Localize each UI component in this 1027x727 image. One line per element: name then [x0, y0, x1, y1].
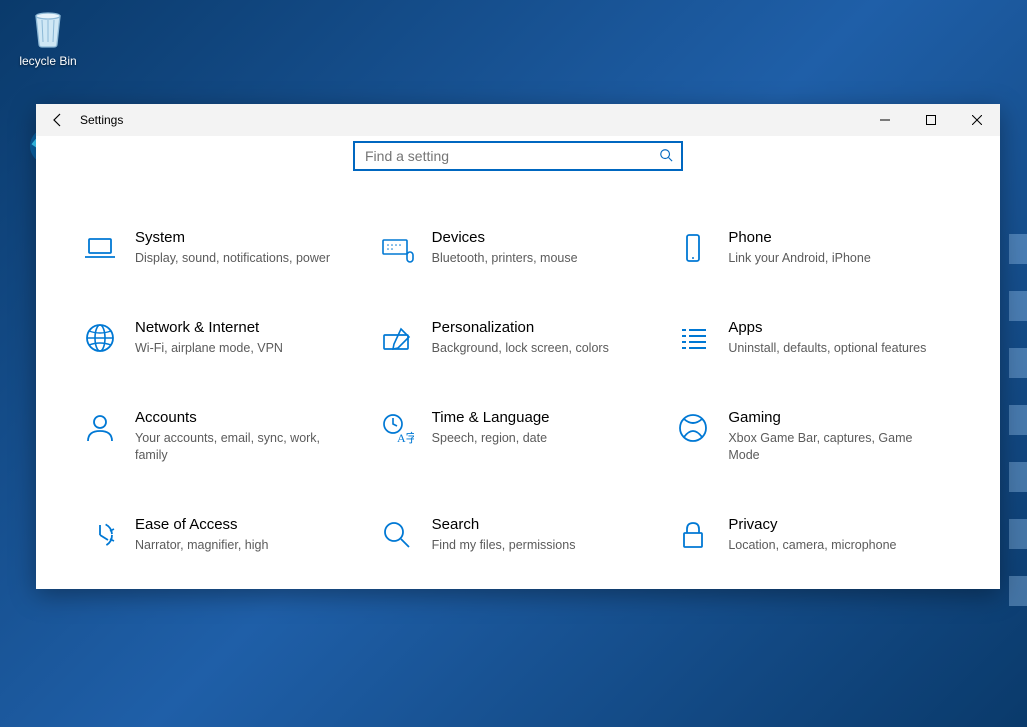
category-title: Personalization [432, 319, 609, 337]
ease-icon [83, 518, 117, 552]
category-personalization[interactable]: Personalization Background, lock screen, … [380, 319, 657, 357]
category-desc: Link your Android, iPhone [728, 250, 870, 267]
category-desc: Display, sound, notifications, power [135, 250, 330, 267]
category-desc: Narrator, magnifier, high [135, 537, 268, 554]
category-accounts[interactable]: Accounts Your accounts, email, sync, work… [83, 409, 360, 464]
category-privacy[interactable]: Privacy Location, camera, microphone [676, 516, 953, 554]
category-phone[interactable]: Phone Link your Android, iPhone [676, 229, 953, 267]
category-ease-of-access[interactable]: Ease of Access Narrator, magnifier, high [83, 516, 360, 554]
category-desc: Background, lock screen, colors [432, 340, 609, 357]
minimize-button[interactable] [862, 104, 908, 136]
close-button[interactable] [954, 104, 1000, 136]
category-title: Apps [728, 319, 926, 337]
category-desc: Wi-Fi, airplane mode, VPN [135, 340, 283, 357]
category-title: Accounts [135, 409, 350, 427]
category-title: Time & Language [432, 409, 550, 427]
category-title: Network & Internet [135, 319, 283, 337]
category-desc: Speech, region, date [432, 430, 550, 447]
category-search[interactable]: Search Find my files, permissions [380, 516, 657, 554]
search-box[interactable] [353, 141, 683, 171]
category-desc: Xbox Game Bar, captures, Game Mode [728, 430, 943, 464]
category-devices[interactable]: Devices Bluetooth, printers, mouse [380, 229, 657, 267]
recycle-bin-icon [26, 6, 70, 50]
recycle-bin-label: lecycle Bin [8, 54, 88, 68]
search-icon [659, 148, 673, 165]
desktop-icon-recycle-bin[interactable]: lecycle Bin [8, 6, 88, 68]
category-title: Devices [432, 229, 578, 247]
category-desc: Bluetooth, printers, mouse [432, 250, 578, 267]
category-network-internet[interactable]: Network & Internet Wi-Fi, airplane mode, … [83, 319, 360, 357]
settings-categories-grid: System Display, sound, notifications, pow… [83, 229, 953, 553]
globe-icon [83, 321, 117, 355]
lock-icon [676, 518, 710, 552]
category-title: System [135, 229, 330, 247]
settings-window: Settings System Display, sound, notificat… [36, 104, 1000, 589]
window-content: System Display, sound, notifications, pow… [36, 136, 1000, 589]
category-gaming[interactable]: Gaming Xbox Game Bar, captures, Game Mode [676, 409, 953, 464]
window-title: Settings [80, 113, 123, 127]
titlebar: Settings [36, 104, 1000, 136]
category-title: Ease of Access [135, 516, 268, 534]
category-desc: Your accounts, email, sync, work, family [135, 430, 350, 464]
category-system[interactable]: System Display, sound, notifications, pow… [83, 229, 360, 267]
maximize-button[interactable] [908, 104, 954, 136]
category-desc: Location, camera, microphone [728, 537, 896, 554]
person-icon [83, 411, 117, 445]
laptop-icon [83, 231, 117, 265]
category-apps[interactable]: Apps Uninstall, defaults, optional featur… [676, 319, 953, 357]
category-title: Search [432, 516, 576, 534]
search-input[interactable] [363, 147, 659, 165]
search-icon [380, 518, 414, 552]
category-title: Gaming [728, 409, 943, 427]
category-title: Phone [728, 229, 870, 247]
back-button[interactable] [36, 104, 80, 136]
category-title: Privacy [728, 516, 896, 534]
pen-icon [380, 321, 414, 355]
category-desc: Find my files, permissions [432, 537, 576, 554]
category-desc: Uninstall, defaults, optional features [728, 340, 926, 357]
time-lang-icon [380, 411, 414, 445]
xbox-icon [676, 411, 710, 445]
phone-icon [676, 231, 710, 265]
light-streaks [1009, 220, 1027, 620]
apps-icon [676, 321, 710, 355]
keyboard-icon [380, 231, 414, 265]
category-time-language[interactable]: Time & Language Speech, region, date [380, 409, 657, 464]
